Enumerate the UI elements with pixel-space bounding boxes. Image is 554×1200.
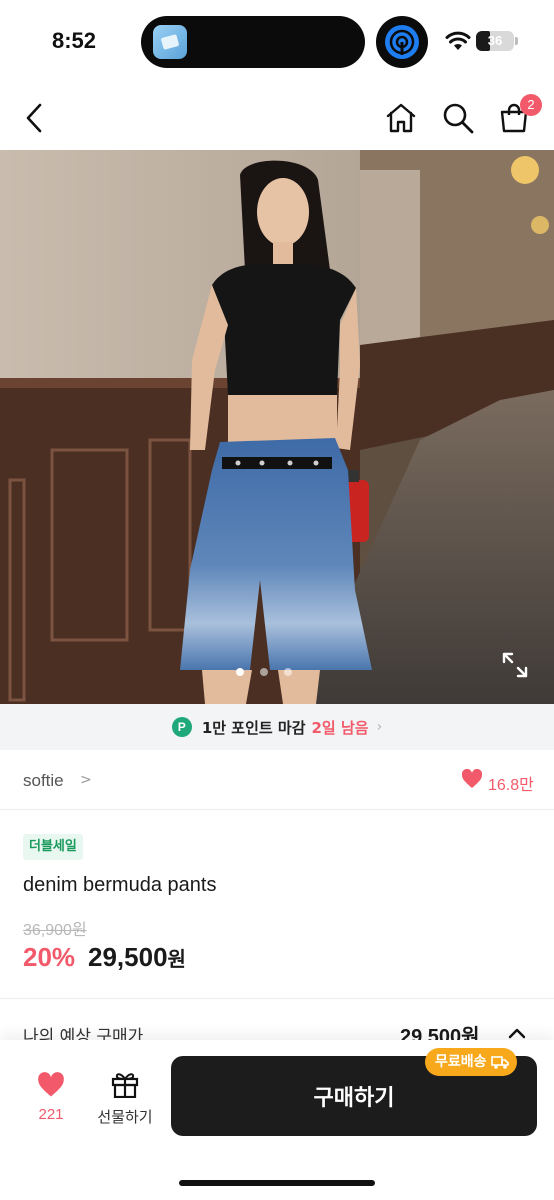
home-button[interactable] [381,98,421,138]
battery-cap [515,37,518,45]
battery-indicator: 36 [476,31,514,51]
live-activity-app-icon [153,25,187,59]
gift-label: 선물하기 [97,1108,153,1126]
heart-icon [38,1072,64,1097]
point-banner-text: 1만 포인트 마감 [201,718,306,737]
chevron-right-icon: › [376,719,383,735]
free-shipping-badge: 무료배송 [425,1048,517,1076]
back-button[interactable] [14,98,54,138]
truck-icon [490,1056,509,1069]
image-pagination [236,668,292,676]
pagination-dot[interactable] [260,668,268,676]
chevron-right-icon: > [80,772,92,788]
original-price: 36,900원 [23,922,87,939]
battery-text: 36 [487,33,503,48]
pagination-dot[interactable] [236,668,244,676]
store-like-count: 16.8만 [488,777,534,794]
chevron-left-icon [26,103,42,133]
clock: 8:52 [52,28,97,53]
point-icon: P [171,717,192,737]
product-title: denim bermuda pants [23,874,217,896]
search-button[interactable] [438,98,478,138]
expand-image-button[interactable] [500,650,530,680]
point-days-left: 2일 남음 [311,718,369,737]
cart-count-badge: 2 [520,94,542,116]
home-icon [386,103,416,133]
product-photo [0,150,554,704]
status-bar: 8:52 36 [0,0,554,84]
seller-row: softie > 16.8만 [0,750,554,810]
buy-button-label: 구매하기 [313,1086,395,1111]
free-shipping-label: 무료배송 [435,1054,487,1070]
search-icon [443,103,474,134]
bottom-action-bar: 221 선물하기 구매하기 무료배송 [0,1040,554,1200]
wifi-icon [445,31,471,50]
home-indicator [179,1180,375,1186]
gift-button[interactable]: 선물하기 [90,1070,160,1130]
point-deadline-banner[interactable]: P 1만 포인트 마감 2일 남음 › [0,704,554,750]
sale-price: 29,500원 [88,942,186,973]
heart-icon[interactable] [461,769,483,789]
sale-badge: 더블세일 [23,834,83,860]
discount-rate: 20% [23,942,76,972]
app-header [0,84,554,150]
seller-name-link[interactable]: softie [23,771,64,791]
wishlist-button[interactable]: 221 [26,1070,76,1130]
product-image[interactable] [0,150,554,704]
dynamic-island[interactable] [141,16,365,68]
pagination-dot[interactable] [284,668,292,676]
gift-icon [111,1073,139,1098]
expand-icon [502,652,528,678]
airdrop-icon [376,16,428,68]
wishlist-count: 221 [38,1106,64,1123]
sale-price-value: 29,500 [88,942,168,972]
sale-price-unit: 원 [167,949,186,971]
divider [0,998,554,999]
